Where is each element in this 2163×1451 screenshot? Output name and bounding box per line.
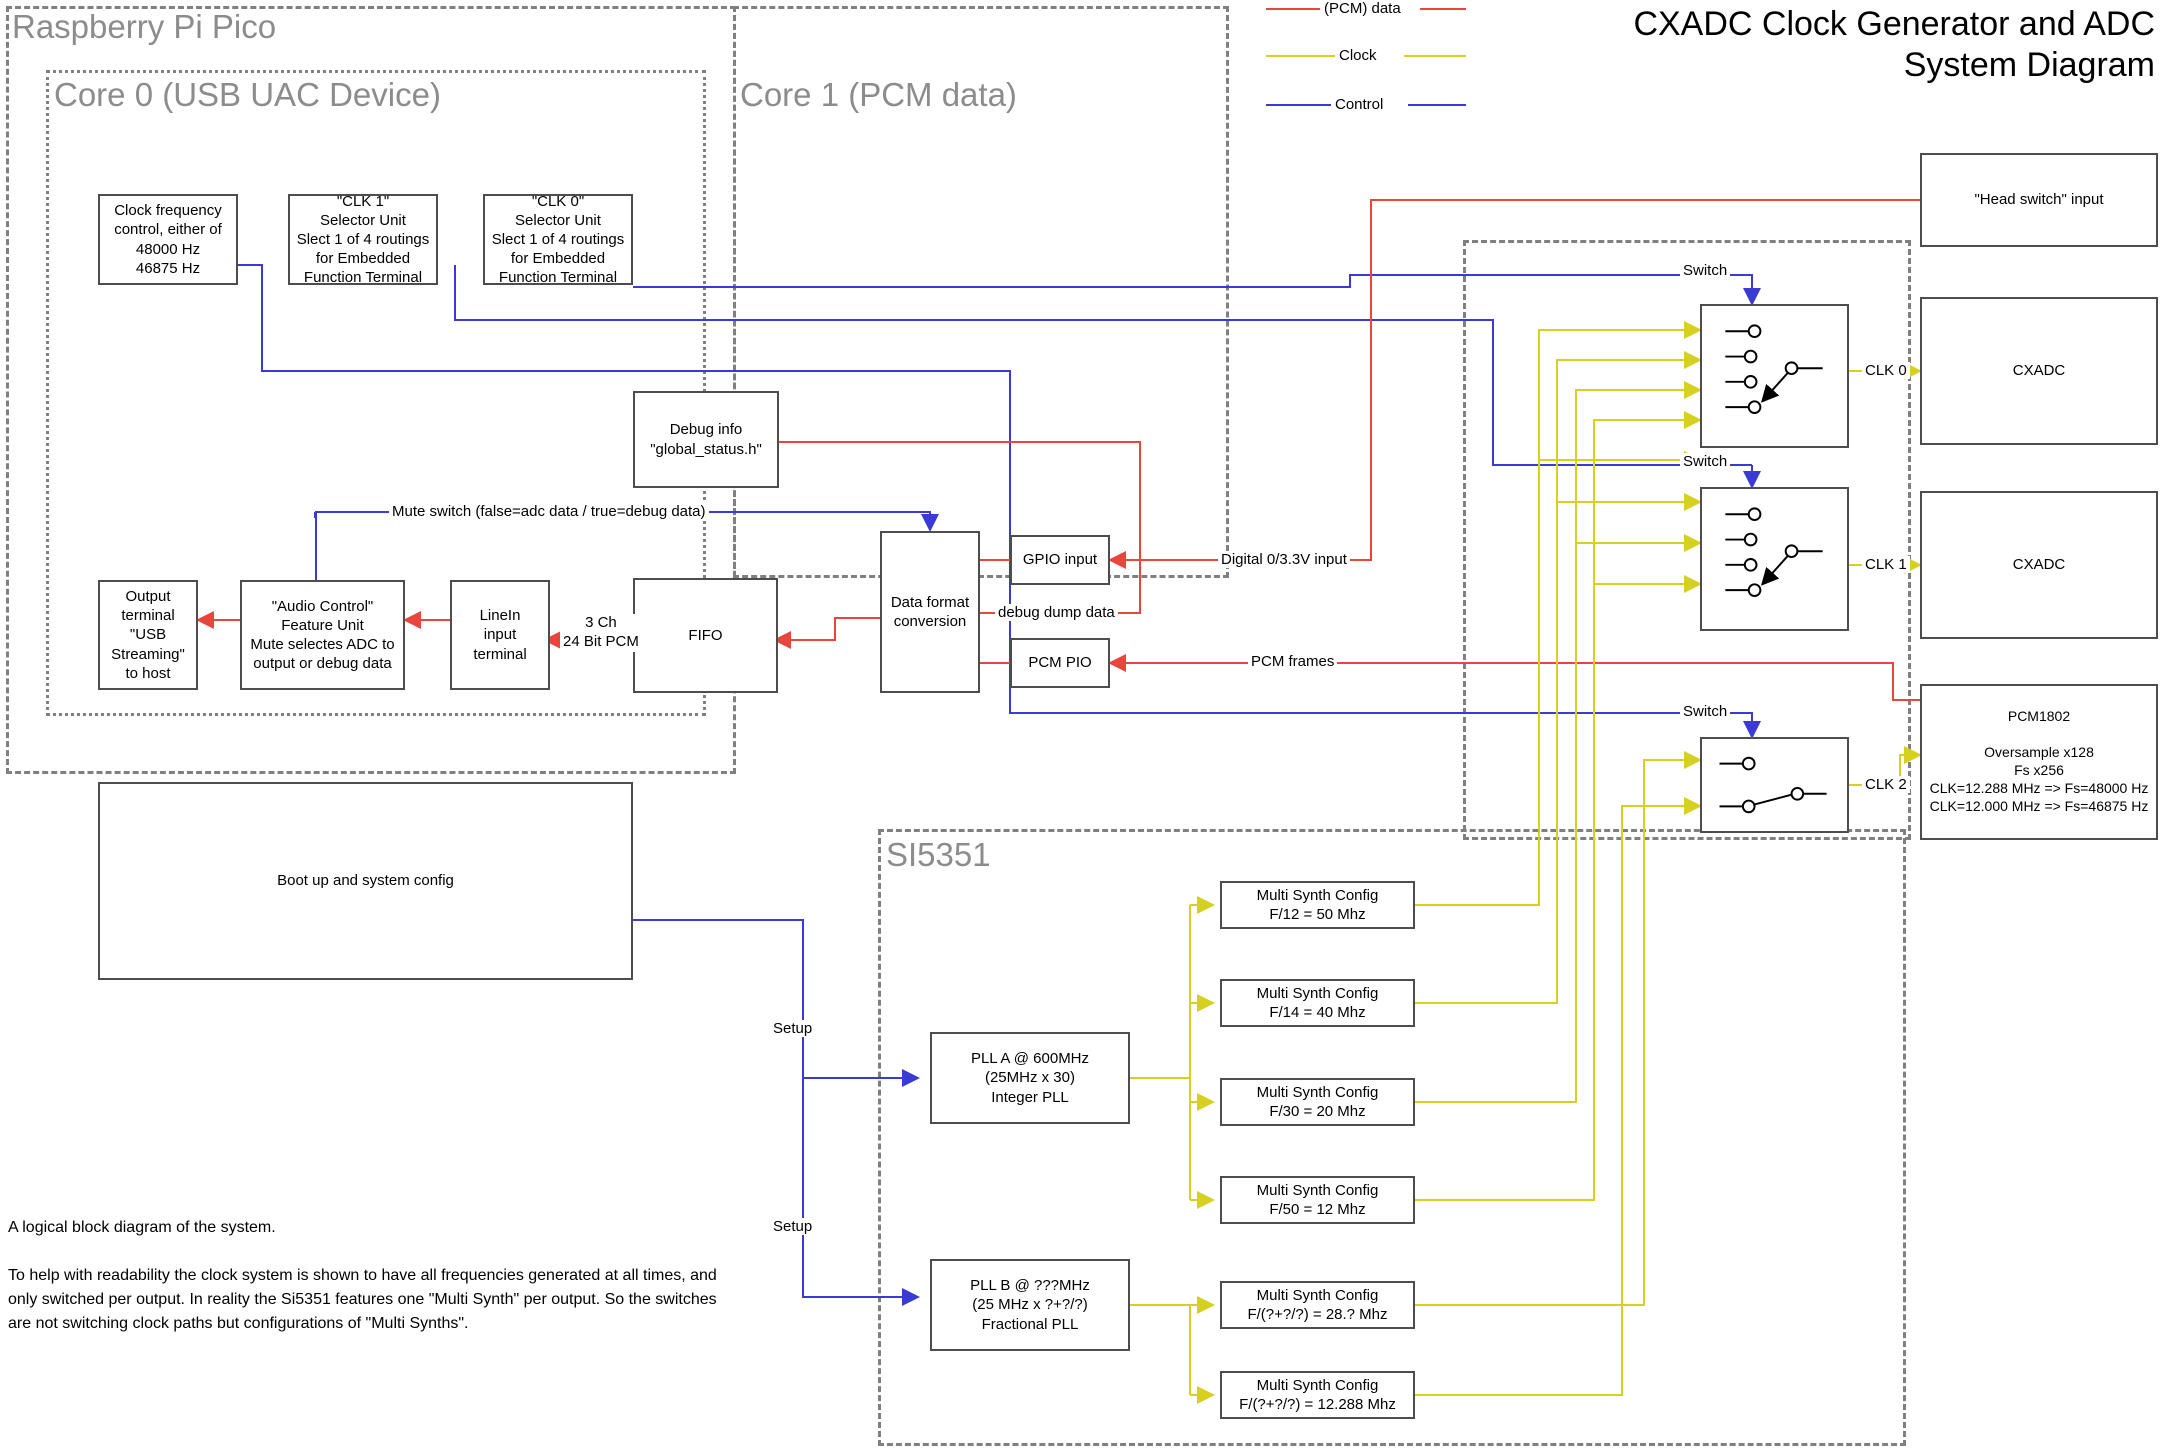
box-clk1-selector-unit: "CLK 1" Selector Unit Slect 1 of 4 routi… (288, 193, 438, 286)
box-output-terminal: Output terminal "USB Streaming" to host (98, 580, 198, 690)
group-title-core0: Core 0 (USB UAC Device) (54, 76, 441, 113)
box-cxadc-1: CXADC (1920, 491, 2158, 639)
legend-item-control: Control (1331, 96, 1388, 113)
group-title-core1: Core 1 (PCM data) (740, 76, 1017, 113)
box-pll-b: PLL B @ ???MHz (25 MHz x ?+?/?) Fraction… (930, 1259, 1130, 1351)
legend-item-pcm-data: (PCM) data (1320, 0, 1405, 17)
box-pcm-pio: PCM PIO (1010, 638, 1110, 688)
page-title: CXADC Clock Generator and ADC System Dia… (1633, 5, 2155, 85)
group-title-si5351: SI5351 (886, 836, 991, 873)
switch-graphic-clk0 (1725, 324, 1823, 414)
box-head-switch-input: "Head switch" input (1920, 153, 2158, 247)
diagram-note: A logical block diagram of the system. T… (8, 1219, 717, 1332)
legend-item-clock: Clock (1335, 47, 1381, 64)
box-multi-synth-fb1: Multi Synth Config F/(?+?/?) = 28.? Mhz (1220, 1281, 1415, 1329)
box-gpio-input: GPIO input (1010, 535, 1110, 585)
box-audio-control-feature-unit: "Audio Control" Feature Unit Mute select… (240, 580, 405, 690)
box-pcm1802: PCM1802 Oversample x128 Fs x256 CLK=12.2… (1920, 684, 2158, 840)
box-cxadc-0: CXADC (1920, 297, 2158, 445)
label-switch-clk1: Switch (1680, 453, 1731, 471)
switch-graphic-clk1 (1725, 507, 1823, 597)
label-debug-dump-data: debug dump data (995, 604, 1118, 622)
label-mute-switch: Mute switch (false=adc data / true=debug… (389, 503, 709, 521)
switch-box-clk2[interactable] (1700, 737, 1849, 833)
label-switch-clk0: Switch (1680, 262, 1731, 280)
label-clk0: CLK 0 (1862, 362, 1910, 380)
box-clk0-selector-unit: "CLK 0" Selector Unit Slect 1 of 4 routi… (483, 193, 633, 286)
box-multi-synth-f14: Multi Synth Config F/14 = 40 Mhz (1220, 979, 1415, 1027)
switch-box-clk0[interactable] (1700, 304, 1849, 448)
box-pll-a: PLL A @ 600MHz (25MHz x 30) Integer PLL (930, 1032, 1130, 1124)
box-data-format-conversion: Data format conversion (880, 531, 980, 693)
label-setup-a: Setup (770, 1020, 816, 1038)
box-boot-up-and-system-config: Boot up and system config (98, 782, 633, 980)
group-title-pico: Raspberry Pi Pico (12, 8, 277, 45)
box-clock-frequency-control: Clock frequency control, either of 48000… (98, 194, 238, 285)
label-setup-b: Setup (770, 1218, 816, 1236)
box-multi-synth-fb2: Multi Synth Config F/(?+?/?) = 12.288 Mh… (1220, 1371, 1415, 1419)
box-multi-synth-f30: Multi Synth Config F/30 = 20 Mhz (1220, 1078, 1415, 1126)
label-pcm-frames: PCM frames (1248, 653, 1338, 671)
label-digital-input: Digital 0/3.3V input (1218, 551, 1350, 569)
box-fifo: FIFO (633, 578, 778, 693)
box-linein-input-terminal: LineIn input terminal (450, 580, 550, 690)
label-3ch-24bit-pcm: 3 Ch 24 Bit PCM (560, 614, 642, 652)
label-switch-clk2: Switch (1680, 703, 1731, 721)
diagram-canvas: Raspberry Pi Pico Core 0 (USB UAC Device… (0, 0, 2163, 1451)
switch-box-clk1[interactable] (1700, 487, 1849, 631)
switch-graphic-clk2 (1719, 756, 1827, 814)
box-debug-info: Debug info "global_status.h" (633, 391, 779, 488)
label-clk1: CLK 1 (1862, 556, 1910, 574)
box-multi-synth-f50: Multi Synth Config F/50 = 12 Mhz (1220, 1176, 1415, 1224)
box-multi-synth-f12: Multi Synth Config F/12 = 50 Mhz (1220, 881, 1415, 929)
label-clk2: CLK 2 (1862, 776, 1910, 794)
